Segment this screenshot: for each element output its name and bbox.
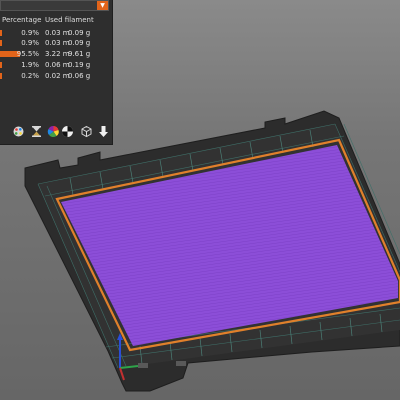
legend-row[interactable]: 1.9% 0.06 m 0.19 g (0, 60, 113, 70)
weight-value: 0.09 g (68, 29, 91, 37)
length-value: 3.22 m (45, 50, 70, 58)
length-value: 0.06 m (45, 61, 70, 69)
color-swatch (0, 30, 2, 36)
bed-tab (176, 361, 186, 366)
color-swatch (0, 73, 2, 79)
percentage-value: 0.9% (21, 39, 39, 47)
color-wheel-icon[interactable] (47, 125, 60, 138)
color-swatch (0, 40, 2, 46)
legend-row[interactable]: 0.9% 0.03 m 0.09 g (0, 28, 113, 38)
percentage-value: 0.9% (21, 29, 39, 37)
percentage-value: 1.9% (21, 61, 39, 69)
weight-value: 0.09 g (68, 39, 91, 47)
length-value: 0.03 m (45, 29, 70, 37)
color-swatch (0, 62, 2, 68)
cube-outline-icon[interactable] (80, 125, 93, 138)
weight-value: 0.19 g (68, 61, 91, 69)
weight-value: 0.06 g (68, 72, 91, 80)
hourglass-icon[interactable] (30, 125, 43, 138)
legend-row[interactable]: 95.5% 3.22 m 9.61 g (0, 49, 113, 59)
export-arrow-icon[interactable] (97, 125, 110, 138)
view-type-dropdown[interactable]: ▼ (0, 0, 109, 11)
length-value: 0.03 m (45, 39, 70, 47)
legend-toolbar (0, 125, 113, 141)
percentage-value: 95.5% (16, 50, 39, 58)
length-value: 0.02 m (45, 72, 70, 80)
filament-legend-panel: ▼ Percentage Used filament 0.9% 0.03 m 0… (0, 0, 113, 145)
checkered-circle-icon[interactable] (61, 125, 74, 138)
bed-tab (138, 363, 148, 368)
weight-value: 9.61 g (68, 50, 91, 58)
percentage-header: Percentage (2, 16, 42, 24)
legend-row[interactable]: 0.9% 0.03 m 0.09 g (0, 38, 113, 48)
chevron-down-icon[interactable]: ▼ (97, 1, 108, 10)
palette-icon[interactable] (12, 125, 25, 138)
used-filament-header: Used filament (45, 16, 94, 24)
legend-row[interactable]: 0.2% 0.02 m 0.06 g (0, 71, 113, 81)
percentage-value: 0.2% (21, 72, 39, 80)
